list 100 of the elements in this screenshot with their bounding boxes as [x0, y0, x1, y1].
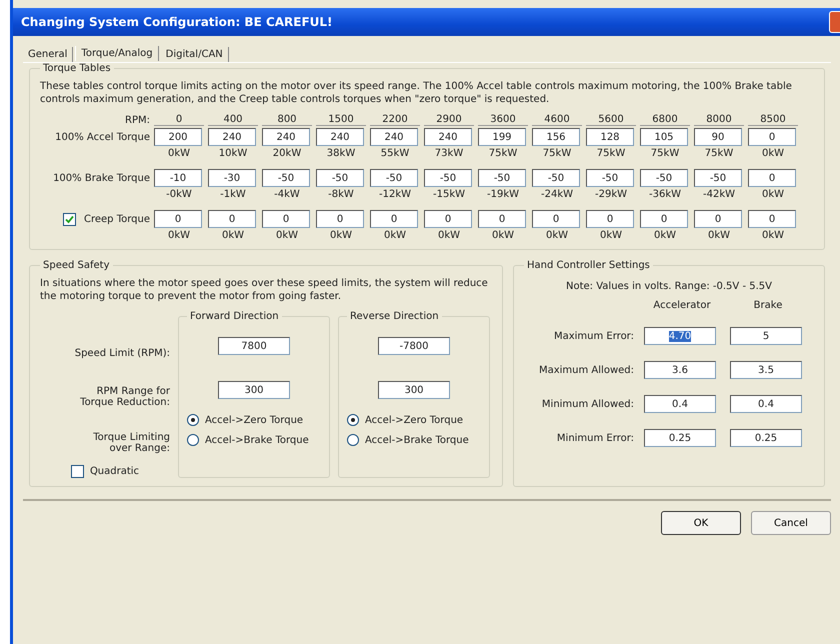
power-value: -12kW	[378, 189, 412, 200]
torque-field[interactable]: -50	[640, 169, 688, 187]
torque-field[interactable]: 240	[316, 128, 364, 146]
torque-field[interactable]: 0	[208, 210, 256, 228]
power-value: 0kW	[760, 230, 786, 241]
power-value: -8kW	[327, 189, 355, 200]
torque-field[interactable]: 200	[154, 128, 202, 146]
radio-button[interactable]	[187, 414, 199, 426]
row-label: 100% Brake Torque	[52, 172, 150, 184]
dialog-button[interactable]: Cancel	[751, 511, 831, 535]
torque-field[interactable]: 0	[532, 210, 580, 228]
power-value: 0kW	[274, 230, 300, 241]
power-value: 75kW	[650, 148, 680, 159]
power-value: -0kW	[165, 189, 193, 200]
speed-limit-field[interactable]: 7800	[218, 337, 290, 355]
torque-field[interactable]: 240	[424, 128, 472, 146]
torque-field[interactable]: 128	[586, 128, 634, 146]
torque-field[interactable]: -50	[586, 169, 634, 187]
torque-field[interactable]: 0	[316, 210, 364, 228]
torque-field[interactable]: -50	[370, 169, 418, 187]
voltage-field[interactable]: 3.6	[644, 361, 716, 379]
torque-field[interactable]: -50	[262, 169, 310, 187]
torque-field[interactable]: 105	[640, 128, 688, 146]
torque-field[interactable]: 0	[370, 210, 418, 228]
power-value: 75kW	[596, 148, 626, 159]
torque-field[interactable]: 240	[208, 128, 256, 146]
voltage-field[interactable]: 0.4	[644, 395, 716, 413]
description: These tables control torque limits acting on the motor over its speed range. The 100% Accel table controls maximum motoring, the 100% Brake table controls maximum generation, and the Creep table controls torques when "zero torque" is requested.	[40, 80, 793, 106]
torque-field[interactable]: -10	[154, 169, 202, 187]
power-value: -1kW	[219, 189, 247, 200]
torque-field[interactable]: 240	[370, 128, 418, 146]
torque-field[interactable]: -50	[532, 169, 580, 187]
power-value: -24kW	[540, 189, 574, 200]
torque-field[interactable]: 0	[748, 210, 796, 228]
torque-limiting-label: Torque Limiting over Range:	[92, 431, 170, 456]
column-header: Accelerator	[652, 300, 712, 311]
rpm-value: 4600	[532, 114, 582, 126]
note: Note: Values in volts. Range: -0.5V - 5.5V	[565, 281, 773, 292]
tab[interactable]: Torque/Analog	[75, 46, 159, 61]
speed-limit-label: Speed Limit (RPM):	[74, 346, 170, 360]
voltage-field[interactable]: 0.25	[644, 429, 716, 447]
torque-field[interactable]: -50	[478, 169, 526, 187]
torque-field[interactable]: -50	[316, 169, 364, 187]
rpm-value: 2200	[370, 114, 420, 126]
checkbox[interactable]	[62, 212, 76, 226]
power-value: 0kW	[598, 230, 624, 241]
torque-field[interactable]: 0	[262, 210, 310, 228]
power-value: 73kW	[434, 148, 464, 159]
radio-label: Accel->Zero Torque	[205, 414, 304, 426]
torque-field[interactable]: -50	[694, 169, 742, 187]
rpm-value: 400	[208, 114, 258, 126]
checkbox[interactable]	[70, 465, 84, 478]
torque-field[interactable]: 0	[586, 210, 634, 228]
power-value: -19kW	[486, 189, 520, 200]
setting-label: Maximum Allowed:	[538, 364, 634, 376]
torque-field[interactable]: 0	[748, 169, 796, 187]
voltage-field[interactable]: 3.5	[730, 361, 802, 379]
torque-field[interactable]: 199	[478, 128, 526, 146]
torque-field[interactable]: 0	[640, 210, 688, 228]
power-value: 75kW	[542, 148, 572, 159]
power-value: 20kW	[272, 148, 302, 159]
rpm-value: 6800	[640, 114, 690, 126]
power-value: 55kW	[380, 148, 410, 159]
column-header: Brake	[752, 300, 784, 311]
voltage-field[interactable]: 0.4	[730, 395, 802, 413]
radio-label: Accel->Zero Torque	[365, 414, 464, 426]
rpm-range-field[interactable]: 300	[378, 381, 450, 399]
torque-field[interactable]: 156	[532, 128, 580, 146]
power-value: -4kW	[273, 189, 301, 200]
radio-button[interactable]	[347, 434, 359, 446]
row-label: Creep Torque	[84, 214, 150, 224]
torque-field[interactable]: 0	[154, 210, 202, 228]
speed-limit-field[interactable]: -7800	[378, 337, 450, 355]
voltage-field[interactable]: 4.70	[644, 327, 716, 345]
torque-field[interactable]: -30	[208, 169, 256, 187]
close-button[interactable]	[829, 11, 840, 33]
description: In situations where the motor speed goes over these speed limits, the system will reduce the motoring torque to prevent the motor from going faster.	[40, 277, 489, 303]
voltage-field[interactable]: 5	[730, 327, 802, 345]
checkbox-label: Quadratic	[90, 466, 140, 477]
radio-button[interactable]	[347, 414, 359, 426]
power-value: 0kW	[652, 230, 678, 241]
row-label: 100% Accel Torque	[54, 132, 150, 142]
voltage-field[interactable]: 0.25	[730, 429, 802, 447]
torque-field[interactable]: 0	[748, 128, 796, 146]
rpm-value: 8000	[694, 114, 744, 126]
torque-field[interactable]: 0	[424, 210, 472, 228]
torque-field[interactable]: 0	[478, 210, 526, 228]
torque-field[interactable]: -50	[424, 169, 472, 187]
dialog-button[interactable]: OK	[661, 511, 741, 535]
power-value: 10kW	[218, 148, 248, 159]
group-title: Forward Direction	[189, 311, 280, 322]
power-value: -42kW	[702, 189, 736, 200]
torque-field[interactable]: 0	[694, 210, 742, 228]
torque-field[interactable]: 240	[262, 128, 310, 146]
torque-field[interactable]: 90	[694, 128, 742, 146]
rpm-range-field[interactable]: 300	[218, 381, 290, 399]
power-value: 0kW	[544, 230, 570, 241]
radio-button[interactable]	[187, 434, 199, 446]
power-value: 0kW	[760, 189, 786, 200]
power-value: 75kW	[488, 148, 518, 159]
